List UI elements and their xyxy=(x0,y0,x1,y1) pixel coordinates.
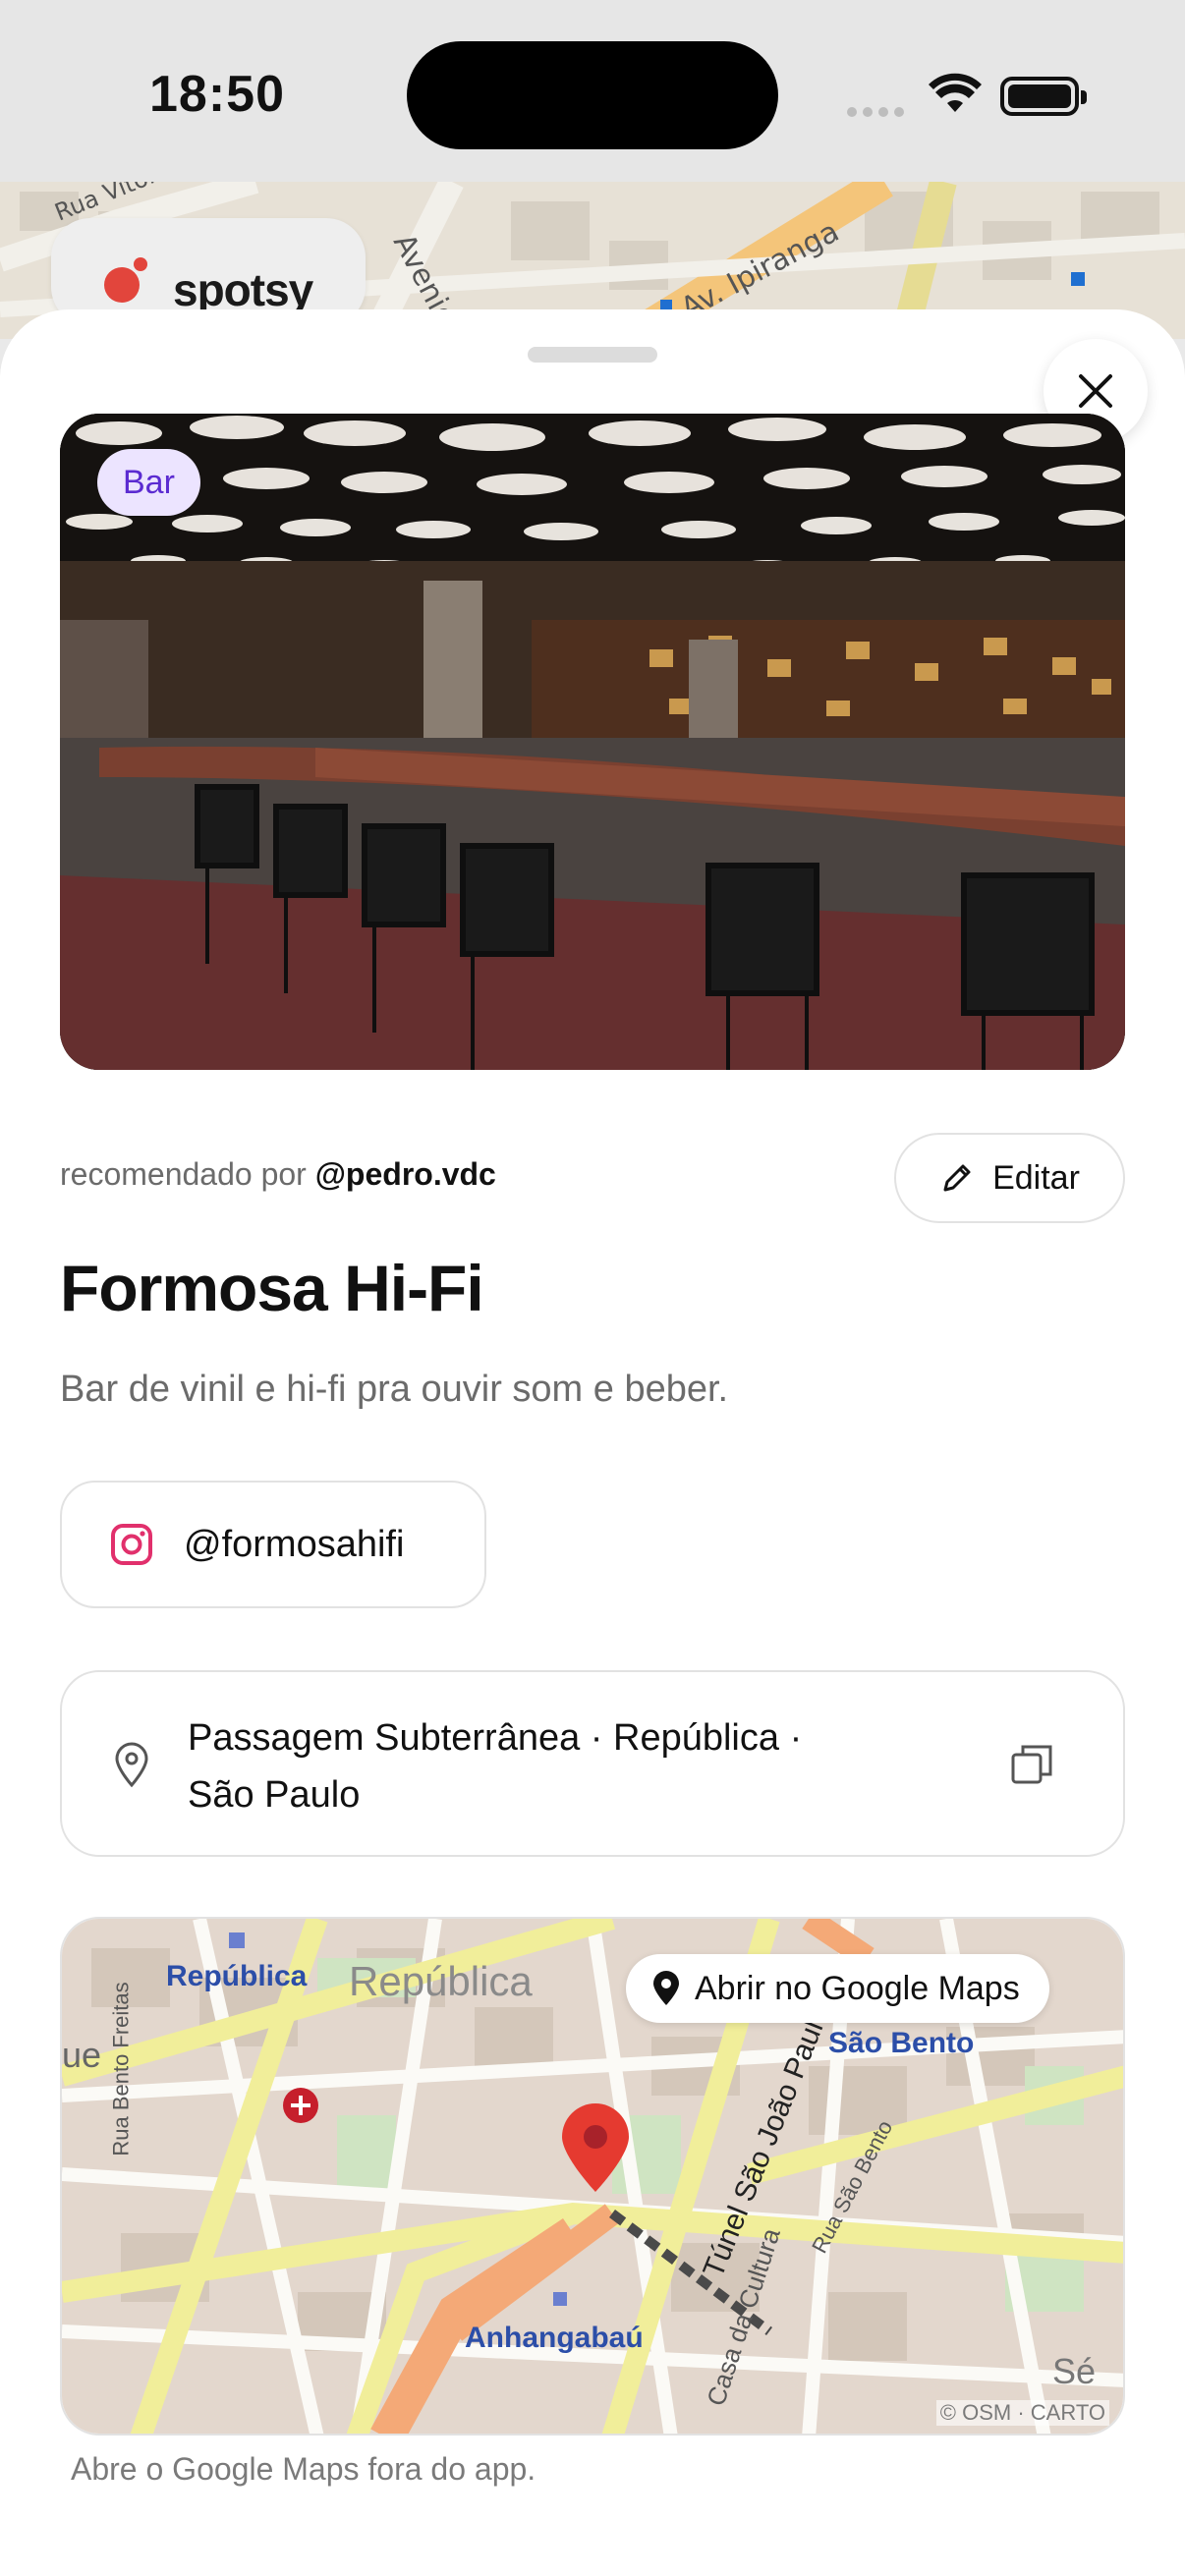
dynamic-island xyxy=(407,41,778,149)
battery-icon xyxy=(1000,77,1087,116)
map-hint-text: Abre o Google Maps fora do app. xyxy=(71,2451,536,2487)
recommended-user-link[interactable]: @pedro.vdc xyxy=(315,1156,496,1192)
place-detail-sheet: Bar recomendado por @pedro.vdc Editar Fo… xyxy=(0,309,1185,2576)
open-google-maps-label: Abrir no Google Maps xyxy=(695,1969,1020,2007)
map-label-rua-bento-freitas: Rua Bento Freitas xyxy=(108,1982,134,2156)
map-label-republica-district: República xyxy=(349,1958,533,2004)
category-tag: Bar xyxy=(97,449,200,516)
map-label-sao-bento: São Bento xyxy=(828,2027,975,2059)
instagram-handle: @formosahifi xyxy=(184,1523,405,1565)
address-line-2: São Paulo xyxy=(188,1774,361,1816)
wifi-icon xyxy=(928,73,983,121)
location-pin-icon xyxy=(115,1742,148,1788)
map-pin-icon xyxy=(562,2103,629,2192)
address-card: Passagem Subterrânea · República · São P… xyxy=(60,1670,1125,1857)
close-icon xyxy=(1079,374,1112,408)
status-time: 18:50 xyxy=(149,66,285,123)
cellular-signal-icon xyxy=(847,104,910,122)
open-google-maps-button[interactable]: Abrir no Google Maps xyxy=(626,1954,1049,2023)
edit-button[interactable]: Editar xyxy=(894,1133,1125,1223)
edit-button-label: Editar xyxy=(992,1158,1080,1197)
pencil-icon xyxy=(943,1164,971,1192)
instagram-button[interactable]: @formosahifi xyxy=(60,1481,486,1608)
brand-logo-icon xyxy=(104,257,147,303)
address-line-1: Passagem Subterrânea · República · xyxy=(188,1717,803,1759)
copy-icon xyxy=(1011,1745,1052,1784)
place-name: Formosa Hi-Fi xyxy=(60,1252,484,1324)
place-photo: Bar xyxy=(60,414,1125,1070)
status-bar: 18:50 xyxy=(0,0,1185,182)
map-label-anhangabau: Anhangabaú xyxy=(465,2322,644,2354)
recommended-label: recomendado por xyxy=(60,1156,307,1192)
location-pin-icon xyxy=(653,1971,679,2005)
map-label-ue: ue xyxy=(62,2035,102,2075)
brand-name: spotsy xyxy=(173,264,313,315)
map-attribution: © OSM · CARTO xyxy=(935,2400,1109,2426)
map-preview[interactable]: República República São Bento Anhangabaú… xyxy=(60,1917,1125,2436)
map-label-republica-station: República xyxy=(166,1960,308,1992)
recommended-by: recomendado por @pedro.vdc xyxy=(60,1156,496,1193)
sheet-grabber[interactable] xyxy=(528,347,657,363)
copy-address-button[interactable] xyxy=(1003,1733,1066,1796)
map-label-se: Sé xyxy=(1052,2351,1097,2391)
instagram-icon xyxy=(111,1524,152,1565)
address-text: Passagem Subterrânea · República · São P… xyxy=(188,1709,934,1823)
place-description: Bar de vinil e hi-fi pra ouvir som e beb… xyxy=(60,1369,729,1410)
